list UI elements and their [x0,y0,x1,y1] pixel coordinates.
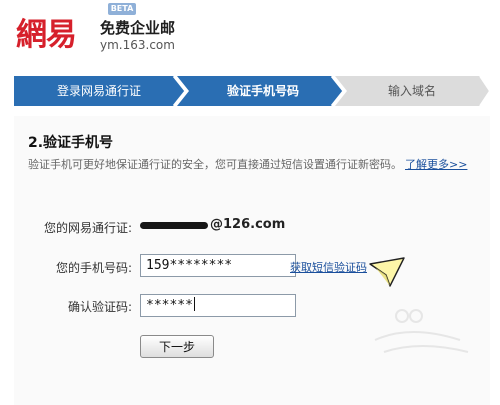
site-url: ym.163.com [100,38,175,52]
step-enter-domain: 输入域名 [387,84,436,98]
section-title: 2.验证手机号 [28,135,114,151]
get-sms-code-link[interactable]: 获取短信验证码 [290,259,367,275]
verification-code-input[interactable]: ****** [140,294,296,317]
section-description: 验证手机可更好地保证通行证的安全，您可直接通过短信设置通行证新密码。 [28,158,402,171]
account-domain: @126.com [210,217,286,232]
step-verify-phone: 验证手机号码 [226,84,299,98]
account-label: 您的网易通行证: [43,221,132,235]
step-progress-bar: 登录网易通行证 验证手机号码 输入域名 [14,76,490,106]
account-redaction-mark [140,222,208,229]
product-name: 免费企业邮 [100,19,176,37]
next-step-button[interactable]: 下一步 [140,335,214,358]
phone-input[interactable]: 159******** [140,254,296,277]
beta-badge: BETA [108,3,136,15]
verification-code-value: ****** [146,298,193,313]
arrow-cursor-icon [369,257,405,287]
learn-more-link[interactable]: 了解更多>> [405,156,467,172]
netease-logo: 網易 [16,17,77,53]
faint-watermark [374,309,469,353]
phone-label: 您的手机号码: [55,261,132,275]
step-login-passport: 登录网易通行证 [56,84,141,98]
code-label: 确认验证码: [67,300,132,314]
text-caret [193,297,195,311]
